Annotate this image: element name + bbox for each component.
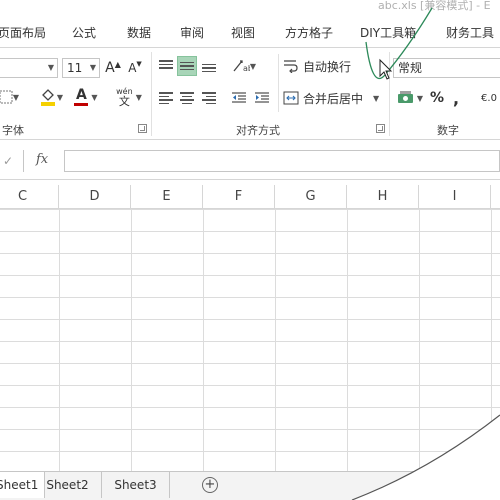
tab-diy-toolbox[interactable]: DIY工具箱: [360, 24, 416, 41]
borders-button[interactable]: ▼: [0, 86, 20, 108]
merge-cells-icon: [283, 91, 299, 105]
align-center-button[interactable]: [177, 88, 197, 108]
align-top-button[interactable]: [156, 56, 176, 76]
shrink-font-button[interactable]: A ▼: [126, 58, 144, 78]
formula-input[interactable]: [64, 150, 500, 172]
comma-label: ,: [452, 88, 460, 108]
cancel-entry-icon[interactable]: ✓: [3, 154, 13, 168]
number-group-label: 数字: [437, 124, 459, 137]
fill-color-button[interactable]: ▼: [34, 86, 68, 108]
chevron-down-icon: ▼: [89, 63, 96, 72]
chevron-down-icon: ▼: [47, 63, 54, 72]
column-header-e[interactable]: E: [131, 185, 203, 209]
chevron-down-icon: ▼: [373, 93, 380, 103]
increase-decimal-button[interactable]: €.0: [477, 88, 500, 108]
caret-up-icon: ▲: [114, 59, 121, 69]
column-header-c[interactable]: C: [0, 185, 59, 209]
group-separator: [389, 52, 390, 136]
alignment-dialog-launcher[interactable]: [376, 124, 385, 133]
tab-review[interactable]: 审阅: [180, 24, 204, 41]
align-right-button[interactable]: [199, 88, 219, 108]
group-separator: [151, 52, 152, 136]
cell-grid[interactable]: [0, 209, 500, 471]
accounting-format-button[interactable]: ▼: [393, 88, 427, 108]
font-color-button[interactable]: A ▼: [70, 86, 102, 108]
ribbon-tab-bar: 页面布局 公式 数据 审阅 视图 方方格子 DIY工具箱 财务工具: [0, 14, 500, 48]
align-right-icon: [202, 92, 216, 104]
align-top-icon: [159, 60, 173, 72]
align-left-icon: [159, 92, 173, 104]
tab-fangfang-gezi[interactable]: 方方格子: [285, 24, 333, 41]
phonetic-char-icon: 文: [118, 95, 130, 108]
sheet-tab-sheet2[interactable]: Sheet2: [34, 472, 102, 498]
document-title: abc.xls [兼容模式] - E: [378, 0, 491, 12]
phonetic-guide-button[interactable]: wén 文 ▼: [112, 84, 146, 110]
accounting-icon: [397, 91, 413, 103]
font-color-swatch: [74, 102, 89, 106]
percent-label: %: [429, 90, 445, 106]
increase-indent-button[interactable]: [252, 88, 272, 108]
merge-center-button[interactable]: 合并后居中 ▼: [283, 88, 383, 108]
chevron-down-icon: ▼: [91, 92, 98, 102]
chevron-down-icon: ▼: [12, 92, 20, 102]
align-center-icon: [180, 92, 194, 104]
shrink-font-label: A: [128, 61, 137, 75]
font-color-label: A: [76, 86, 87, 103]
tab-finance-tools[interactable]: 财务工具: [446, 24, 494, 41]
font-group-label: 字体: [2, 124, 24, 137]
tab-data[interactable]: 数据: [127, 24, 151, 41]
align-middle-button[interactable]: [177, 56, 197, 76]
column-header-g[interactable]: G: [275, 185, 347, 209]
align-middle-icon: [180, 60, 194, 72]
align-left-button[interactable]: [156, 88, 176, 108]
tab-view[interactable]: 视图: [231, 24, 255, 41]
chevron-down-icon: ▼: [56, 92, 64, 102]
comma-style-button[interactable]: ,: [449, 88, 463, 108]
align-bottom-icon: [202, 60, 216, 72]
tab-formulas[interactable]: 公式: [72, 24, 96, 41]
grow-font-button[interactable]: A ▲: [104, 58, 122, 78]
merge-center-label: 合并后居中: [303, 91, 364, 106]
column-header-h[interactable]: H: [347, 185, 419, 209]
alignment-group-label: 对齐方式: [236, 124, 280, 137]
decrease-indent-button[interactable]: [229, 88, 249, 108]
paint-bucket-icon: [40, 89, 55, 106]
sheet-tab-bar: Sheet1 Sheet2 Sheet3 +: [0, 471, 500, 500]
number-format-combo[interactable]: 常规: [393, 58, 500, 78]
grow-font-label: A: [105, 60, 115, 76]
font-dialog-launcher[interactable]: [138, 124, 147, 133]
wrap-text-icon: [284, 60, 298, 73]
font-size-combo[interactable]: 11 ▼: [62, 58, 100, 78]
column-header-i[interactable]: I: [419, 185, 491, 209]
increase-decimal-label: €.0: [481, 92, 497, 104]
decrease-indent-icon: [232, 92, 246, 103]
chevron-down-icon: ▼: [135, 92, 142, 102]
formula-bar: ✓ fx: [0, 140, 500, 180]
increase-indent-icon: [255, 92, 269, 103]
font-size-value: 11: [67, 61, 83, 75]
group-separator: [278, 54, 279, 112]
sheet-tab-sheet3[interactable]: Sheet3: [102, 472, 170, 498]
wrap-text-button[interactable]: 自动换行: [283, 56, 355, 76]
column-header-d[interactable]: D: [59, 185, 131, 209]
orientation-button[interactable]: ab ▼: [228, 56, 260, 76]
text-orientation-icon: ab: [233, 60, 250, 73]
font-name-combo[interactable]: ▼: [0, 58, 58, 78]
chevron-down-icon: ▼: [416, 93, 424, 103]
add-sheet-button[interactable]: +: [202, 477, 218, 493]
percent-style-button[interactable]: %: [428, 88, 446, 108]
svg-text:ab: ab: [243, 64, 250, 73]
column-header-f[interactable]: F: [203, 185, 275, 209]
align-bottom-button[interactable]: [199, 56, 219, 76]
wrap-text-label: 自动换行: [303, 59, 352, 74]
tab-page-layout[interactable]: 页面布局: [0, 24, 46, 41]
number-format-value: 常规: [398, 61, 423, 75]
insert-function-button[interactable]: fx: [36, 152, 48, 167]
ribbon: ▼ 11 ▼ A ▲ A ▼ ▼ ▼ A ▼ wén 文 ▼ 字体 a ▼ 自动…: [0, 48, 500, 140]
caret-down-icon: ▼: [136, 60, 142, 68]
chevron-down-icon: ▼: [249, 61, 257, 71]
borders-icon: [0, 90, 13, 104]
column-headers: C D E F G H I: [0, 185, 500, 209]
title-bar: abc.xls [兼容模式] - E: [0, 0, 500, 14]
